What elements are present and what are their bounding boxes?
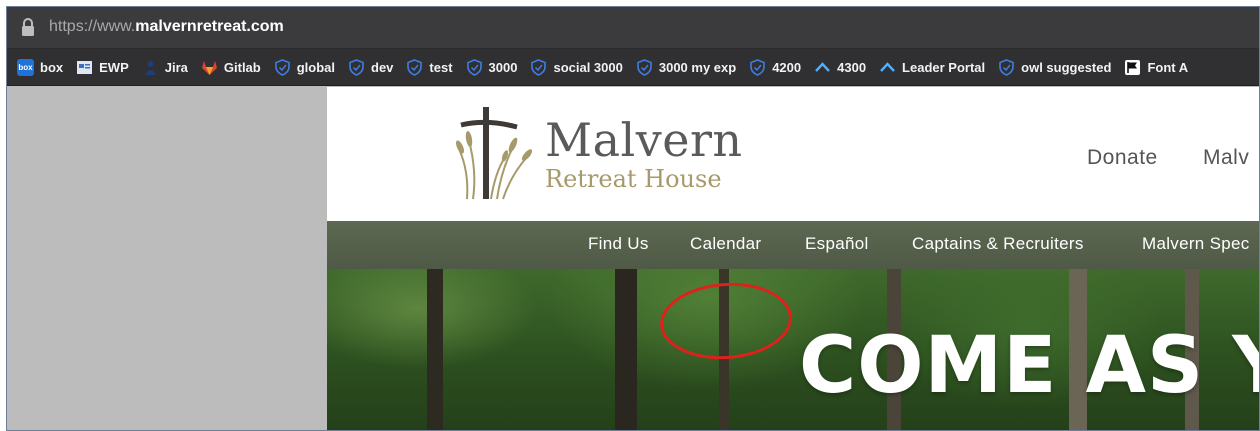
bookmark-dev[interactable]: dev [348,58,393,76]
empty-page-margin [7,87,327,430]
nav-calendar[interactable]: Calendar [690,234,761,254]
tree-trunk [427,269,443,430]
bookmark-social-3000[interactable]: social 3000 [530,58,623,76]
bookmark-4200[interactable]: 4200 [749,58,801,76]
website-page: Malvern Retreat House Donate Malv Find U… [327,87,1259,430]
nav-espanol[interactable]: Español [805,234,869,254]
nav-captains-recruiters[interactable]: Captains & Recruiters [912,234,1084,254]
bookmark-box[interactable]: box box [17,58,63,76]
shield-icon [407,58,423,76]
doc-icon [77,60,93,74]
shield-icon [750,58,766,76]
bookmark-leader-portal[interactable]: Leader Portal [879,59,985,76]
bookmark-owl-suggested[interactable]: owl suggested [998,58,1111,76]
bookmark-jira[interactable]: Jira [142,59,188,76]
bookmark-ewp[interactable]: EWP [76,59,129,76]
lock-icon [22,18,34,36]
caret-icon [815,61,831,72]
flag-icon [1125,59,1141,75]
url-text[interactable]: https://www.malvernretreat.com [49,18,284,36]
hero-headline: COME AS YO [799,321,1259,411]
main-nav: Find Us Calendar Español Captains & Recr… [327,221,1259,269]
shield-icon [349,58,364,76]
gitlab-icon [201,60,217,75]
shield-icon [466,58,482,76]
browser-window: https://www.malvernretreat.com box box EW… [6,6,1260,431]
logo-title[interactable]: Malvern [545,117,743,163]
bookmark-3000[interactable]: 3000 [466,58,517,76]
shield-icon [274,58,290,76]
shield-icon [531,58,547,76]
site-header: Malvern Retreat House Donate Malv [327,87,1259,221]
nav-find-us[interactable]: Find Us [588,234,649,254]
bookmark-gitlab[interactable]: Gitlab [201,59,261,76]
tree-trunk [615,269,637,430]
header-link-malvern[interactable]: Malv [1203,146,1249,170]
caret-icon [880,61,895,72]
jira-icon [144,60,156,75]
box-icon: box [17,58,34,76]
hero-banner: COME AS YO [327,269,1259,430]
bookmark-font-a[interactable]: Font A [1124,59,1188,76]
logo-subtitle[interactable]: Retreat House [545,167,722,191]
address-bar[interactable]: https://www.malvernretreat.com [7,7,1259,49]
donate-link[interactable]: Donate [1087,146,1158,170]
shield-icon [637,58,652,76]
bookmark-test[interactable]: test [406,58,453,76]
nav-malvern-special[interactable]: Malvern Spec [1142,234,1250,254]
cross-wheat-logo-icon[interactable] [447,101,547,205]
bookmark-4300[interactable]: 4300 [814,59,866,76]
bookmarks-bar: box box EWP Jira Gitlab global dev test 3… [7,49,1259,86]
shield-icon [999,58,1014,76]
bookmark-global[interactable]: global [274,58,335,76]
bookmark-3000-my-exp[interactable]: 3000 my exp [636,58,736,76]
